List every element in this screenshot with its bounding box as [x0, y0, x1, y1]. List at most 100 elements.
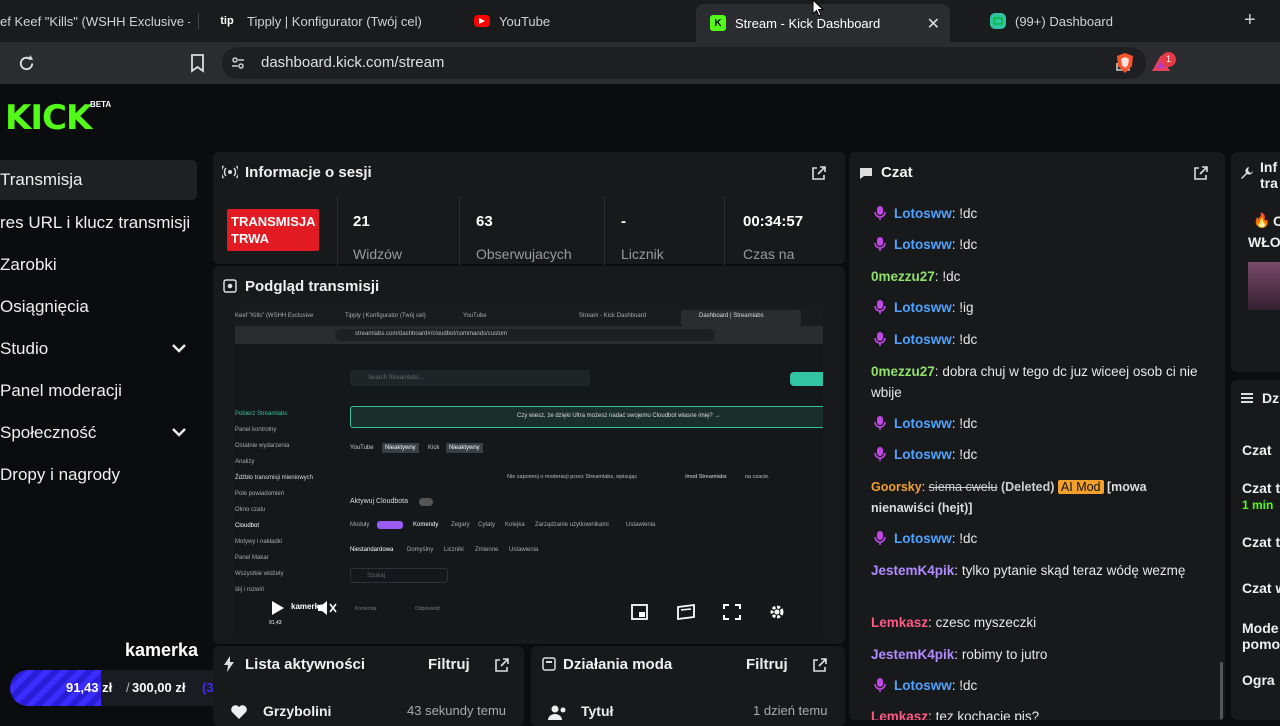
miniplayer-icon[interactable]: [631, 604, 648, 620]
broadcast-icon: [222, 165, 238, 179]
chat-message[interactable]: 0mezzu27: !dc: [871, 266, 1201, 287]
streamlabs-page: Search Streamlabs... Czy wiesz, że dzięk…: [235, 344, 823, 638]
close-tab-icon[interactable]: ✕: [927, 14, 940, 34]
popout-icon[interactable]: [812, 657, 828, 673]
reload-icon[interactable]: [17, 54, 36, 73]
activity-filter-button[interactable]: Filtruj: [428, 656, 470, 673]
chat-message[interactable]: Lotosww: !dc: [871, 528, 1201, 549]
sidebar-item-dropy[interactable]: Dropy i nagrody: [0, 455, 120, 495]
fullscreen-icon[interactable]: [723, 604, 741, 620]
inner-sidebar: Pobierz Streamlabs Panel kontrolny Ostat…: [235, 406, 315, 598]
chat-username[interactable]: Lemkasz: [871, 709, 928, 720]
chat-message[interactable]: JestemK4pik: robimy to jutro: [871, 644, 1201, 665]
viewers-label: Widzów: [353, 246, 403, 262]
chat-message-deleted[interactable]: Goorsky: siema cwelu (Deleted) AI Mod [m…: [871, 477, 1201, 519]
sidebar-item-stream-key[interactable]: res URL i klucz transmisji: [0, 203, 190, 243]
chat-username[interactable]: Lotosww: [894, 531, 952, 546]
mod-actions-panel: Działania moda Filtruj Tytuł 1 dzień tem…: [531, 646, 845, 726]
shortcut-item[interactable]: Czat w: [1242, 580, 1280, 596]
divider: [459, 196, 460, 266]
chat-username[interactable]: Lotosww: [894, 416, 952, 431]
chat-message[interactable]: Lotosww: !dc: [871, 203, 1201, 224]
brave-shield-icon[interactable]: [1115, 52, 1135, 74]
chat-username[interactable]: 0mezzu27: [871, 364, 935, 379]
inner-text: Szukaj: [367, 573, 386, 579]
chat-message[interactable]: 0mezzu27: dobra chuj w tego dc juz wicee…: [871, 361, 1201, 403]
sidebar-item-zarobki[interactable]: Zarobki: [0, 245, 57, 285]
chat-bubble-icon: [860, 168, 872, 179]
mute-icon[interactable]: [317, 600, 337, 616]
settings-gear-icon[interactable]: [768, 603, 786, 621]
theater-mode-icon[interactable]: [676, 604, 696, 620]
tab-youtube[interactable]: YouTube: [474, 0, 674, 42]
stream-info-text: C: [1273, 213, 1280, 229]
shortcut-item[interactable]: Czat t: [1242, 480, 1280, 496]
chat-username[interactable]: JestemK4pik: [871, 563, 954, 578]
chat-username[interactable]: Lotosww: [894, 237, 952, 252]
shortcut-item[interactable]: Czat: [1242, 442, 1272, 458]
shortcut-item[interactable]: Czat t: [1242, 534, 1280, 550]
chevron-down-icon: [172, 344, 186, 353]
inner-text: Zarządzanie użytkownikami: [535, 522, 609, 528]
sidebar-item-transmisja[interactable]: Transmisja: [0, 160, 83, 200]
sidebar-item-studio[interactable]: Studio: [0, 329, 197, 369]
shortcuts-panel: Dz Czat Czat t 1 min Czat t Czat w Mode …: [1231, 380, 1280, 720]
new-tab-icon[interactable]: +: [1244, 9, 1256, 32]
inner-text: Nieaktywny: [446, 443, 483, 453]
kick-logo[interactable]: KICK: [5, 98, 92, 138]
chat-username[interactable]: Lotosww: [894, 447, 952, 462]
chat-username[interactable]: Lotosww: [894, 678, 952, 693]
chat-message[interactable]: Lemkasz: tez kochacie pis?: [871, 706, 1201, 720]
sidebar-item-spolecznosc[interactable]: Społeczność: [0, 413, 197, 453]
site-settings-icon[interactable]: [231, 56, 245, 70]
tab-streamlabs[interactable]: (99+) Dashboard: [990, 0, 1210, 42]
shortcut-item[interactable]: Mode pomo: [1242, 620, 1280, 652]
tab-tipply[interactable]: tip Tipply | Konfigurator (Twój cel): [216, 0, 456, 42]
tab-music-video[interactable]: ef Keef "Kills" (WSHH Exclusive - C: [0, 0, 190, 42]
tab-title: ef Keef "Kills" (WSHH Exclusive - C: [0, 13, 190, 29]
activity-user: Grzybolini: [263, 703, 332, 719]
shortcut-item[interactable]: Ogra: [1242, 672, 1275, 688]
inner-tab-bar: Keef "Kills" (WSHH Exclusive Tipply | Ko…: [235, 308, 823, 326]
chat-username[interactable]: Lemkasz: [871, 615, 928, 630]
preview-title: Podgląd transmisji: [245, 278, 380, 295]
chat-message[interactable]: JestemK4pik: tylko pytanie skąd teraz wó…: [871, 560, 1201, 581]
viewers-count: 21: [353, 213, 370, 230]
popout-icon[interactable]: [811, 165, 827, 181]
chat-message[interactable]: Lotosww: !ig: [871, 297, 1201, 318]
chat-message[interactable]: Lotosww: !dc: [871, 675, 1201, 696]
inner-text: Ustawienia: [509, 547, 539, 553]
counter-value: -: [621, 213, 626, 230]
chat-message[interactable]: Lemkasz: czesc myszeczki: [871, 612, 1201, 633]
chat-message[interactable]: Lotosww: !dc: [871, 234, 1201, 255]
notification-badge: 1: [1161, 52, 1176, 67]
chat-username[interactable]: Lotosww: [894, 300, 952, 315]
inner-text: Odpowiedź: [415, 606, 441, 612]
popout-icon[interactable]: [1193, 165, 1209, 181]
chat-scrollbar[interactable]: [1220, 662, 1223, 720]
inner-menu-item: Wszystkie widżety: [235, 571, 284, 577]
chat-username[interactable]: 0mezzu27: [871, 269, 935, 284]
stream-thumbnail[interactable]: [1248, 262, 1280, 310]
stream-info-panel: Inf tra 🔥 C WŁO: [1231, 152, 1280, 372]
chat-message[interactable]: Lotosww: !dc: [871, 329, 1201, 350]
address-bar[interactable]: dashboard.kick.com/stream: [222, 47, 1146, 79]
bookmark-icon[interactable]: [190, 54, 205, 73]
chat-text: !ig: [959, 300, 974, 315]
stream-video[interactable]: Keef "Kills" (WSHH Exclusive Tipply | Ko…: [235, 308, 823, 638]
mod-actions-filter-button[interactable]: Filtruj: [746, 656, 788, 673]
play-icon[interactable]: [271, 600, 285, 616]
chat-username[interactable]: Lotosww: [894, 332, 952, 347]
inner-menu-item: ślij i rozwiń: [235, 587, 265, 593]
sidebar-item-osiagniecia[interactable]: Osiągnięcia: [0, 287, 89, 327]
chat-message[interactable]: Lotosww: !dc: [871, 444, 1201, 465]
chat-username[interactable]: Lotosww: [894, 206, 952, 221]
popout-icon[interactable]: [494, 657, 510, 673]
chat-message[interactable]: Lotosww: !dc: [871, 413, 1201, 434]
sidebar-item-panel-moderacji[interactable]: Panel moderacji: [0, 371, 122, 411]
chat-username[interactable]: Goorsky: [871, 480, 922, 494]
chat-username[interactable]: JestemK4pik: [871, 647, 954, 662]
chat-text: czesc myszeczki: [935, 615, 1037, 630]
goal-target: 300,00 zł: [132, 680, 186, 695]
chat-text: !dc: [959, 416, 978, 431]
